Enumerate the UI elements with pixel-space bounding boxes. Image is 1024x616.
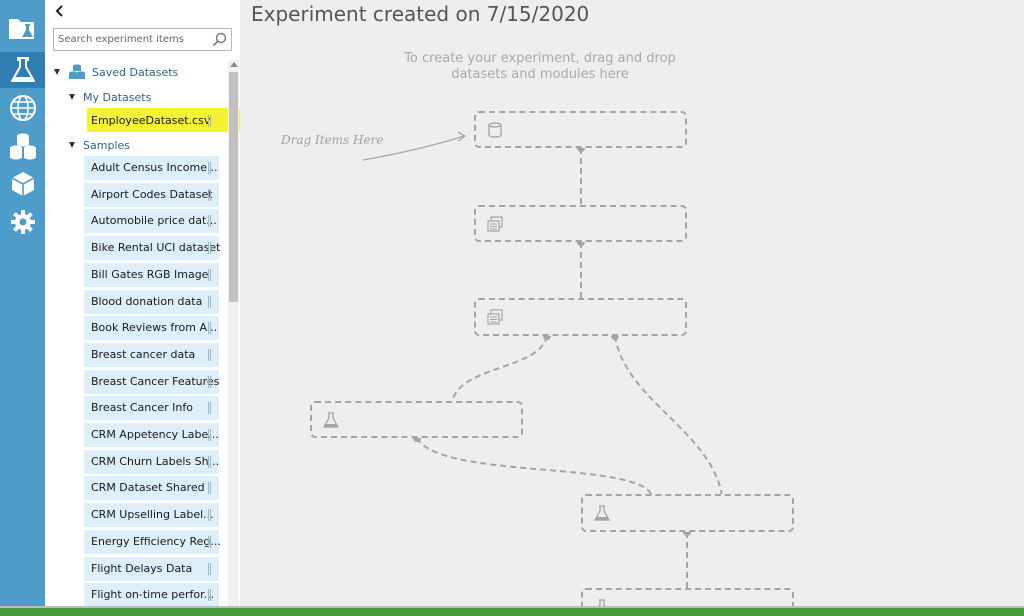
- placeholder-score-node[interactable]: [581, 494, 794, 532]
- placeholder-module-node[interactable]: [474, 298, 687, 336]
- dataset-cylinder-icon: [487, 122, 503, 138]
- placeholder-dataset-node[interactable]: [474, 111, 687, 148]
- connector-line: [614, 335, 723, 496]
- placeholder-train-node[interactable]: [310, 401, 523, 438]
- connector-line: [416, 437, 653, 497]
- drag-hint-arrow: [362, 135, 465, 161]
- module-icon: [487, 309, 503, 325]
- status-bar: [0, 608, 1024, 616]
- connector-line: [451, 335, 548, 403]
- flask-icon: [322, 412, 340, 428]
- placeholder-module-node[interactable]: [474, 205, 687, 242]
- module-icon: [487, 216, 503, 232]
- flask-icon: [593, 505, 611, 521]
